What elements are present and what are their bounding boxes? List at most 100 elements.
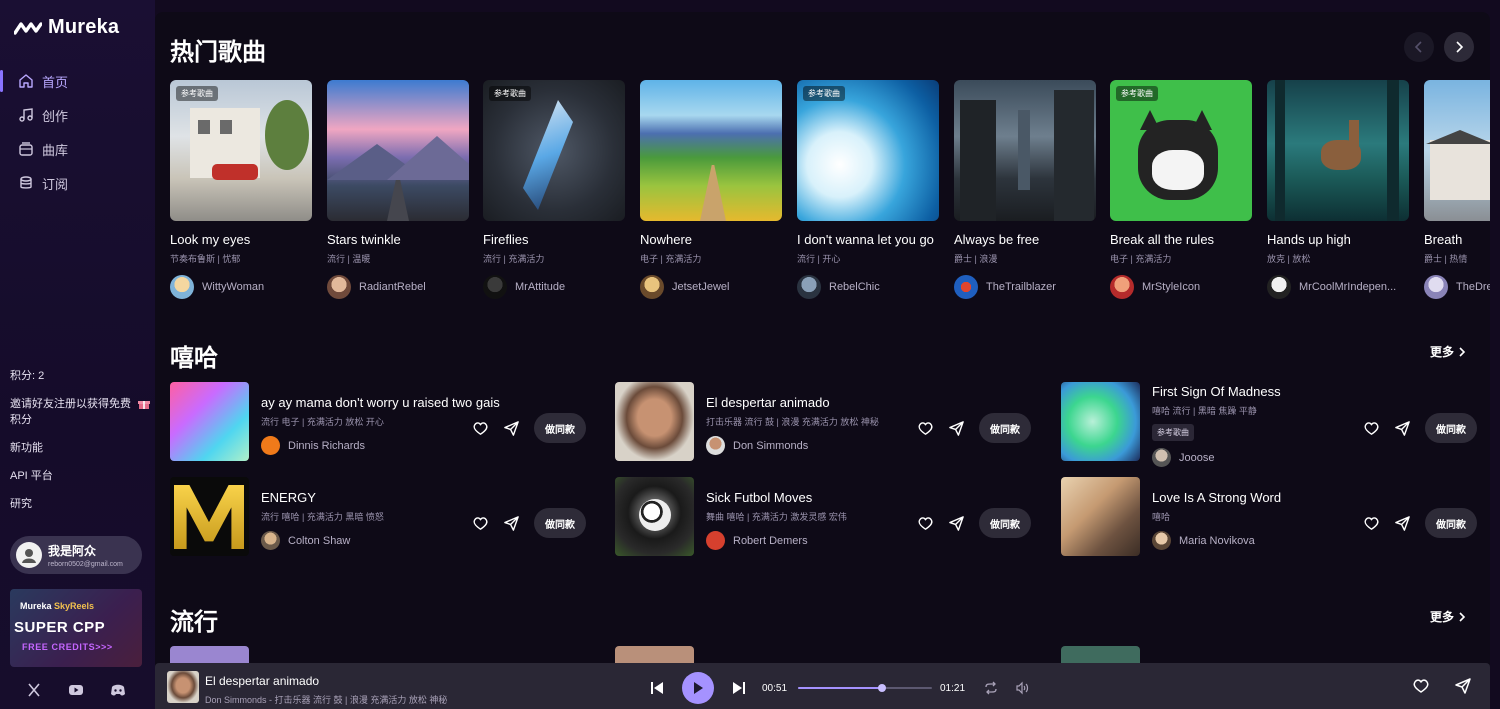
share-send-icon[interactable] — [1394, 420, 1411, 437]
song-cover[interactable] — [615, 382, 694, 461]
song-cover[interactable] — [327, 80, 469, 221]
song-card[interactable]: Nowhere 电子 | 充满活力 JetsetJewel — [640, 80, 782, 299]
make-similar-button[interactable]: 做同款 — [979, 413, 1031, 443]
make-similar-button[interactable]: 做同款 — [1425, 413, 1477, 443]
more-link-pop[interactable]: 更多 — [1430, 608, 1466, 625]
make-similar-button[interactable]: 做同款 — [1425, 508, 1477, 538]
play-button[interactable] — [682, 672, 714, 704]
logo[interactable]: Mureka — [14, 16, 119, 39]
nav-item-create[interactable]: 创作 — [0, 98, 155, 132]
song-cover[interactable]: 参考歌曲 — [483, 80, 625, 221]
song-card[interactable]: Stars twinkle 流行 | 温暖 RadiantRebel — [327, 80, 469, 299]
artist-link[interactable]: Robert Demers — [706, 531, 916, 550]
share-send-icon[interactable] — [503, 420, 520, 437]
song-cover[interactable]: 参考歌曲 — [1110, 80, 1252, 221]
heart-icon[interactable] — [917, 515, 934, 532]
make-similar-button[interactable]: 做同款 — [534, 508, 586, 538]
artist-link[interactable]: WittyWoman — [170, 275, 312, 299]
song-cover[interactable] — [1424, 80, 1490, 221]
song-cover[interactable] — [615, 477, 694, 556]
previous-track-icon[interactable] — [650, 681, 664, 695]
song-card[interactable]: 参考歌曲 Break all the rules 电子 | 充满活力 MrSty… — [1110, 80, 1252, 299]
song-title[interactable]: I don't wanna let you go — [797, 232, 939, 247]
promo-banner[interactable]: Mureka SkyReels SUPER CPP FREE CREDITS>>… — [10, 589, 142, 667]
song-cover[interactable]: 参考歌曲 — [170, 80, 312, 221]
artist-link[interactable]: Dinnis Richards — [261, 436, 471, 455]
heart-icon[interactable] — [472, 515, 489, 532]
song-title[interactable]: Sick Futbol Moves — [706, 490, 916, 505]
artist-link[interactable]: Jooose — [1152, 448, 1362, 467]
artist-link[interactable]: Colton Shaw — [261, 531, 471, 550]
song-card[interactable]: 参考歌曲 Look my eyes 节奏布鲁斯 | 忧郁 WittyWoman — [170, 80, 312, 299]
song-title[interactable]: Stars twinkle — [327, 232, 469, 247]
x-twitter-icon[interactable] — [26, 683, 42, 697]
song-title[interactable]: ay ay mama don't worry u raised two gais — [261, 395, 500, 410]
song-cover[interactable] — [1061, 477, 1140, 556]
artist-link[interactable]: TheDre — [1424, 275, 1490, 299]
artist-link[interactable]: RadiantRebel — [327, 275, 469, 299]
volume-icon[interactable] — [1015, 681, 1029, 695]
song-title[interactable]: Fireflies — [483, 232, 625, 247]
artist-link[interactable]: Maria Novikova — [1152, 531, 1362, 550]
song-card[interactable]: Always be free 爵士 | 浪漫 TheTrailblazer — [954, 80, 1096, 299]
song-cover[interactable] — [1267, 80, 1409, 221]
invite-link[interactable]: 邀请好友注册以获得免费积分 — [10, 396, 150, 428]
progress-slider[interactable] — [798, 684, 932, 692]
share-send-icon[interactable] — [1454, 677, 1472, 695]
nav-item-home[interactable]: 首页 — [0, 64, 155, 98]
heart-icon[interactable] — [917, 420, 934, 437]
song-title[interactable]: Break all the rules — [1110, 232, 1252, 247]
song-title[interactable]: Love Is A Strong Word — [1152, 490, 1362, 505]
song-card[interactable]: Breath 爵士 | 热情 TheDre — [1424, 80, 1490, 299]
new-features-link[interactable]: 新功能 — [10, 440, 150, 456]
artist-link[interactable]: MrCoolMrIndepen... — [1267, 275, 1409, 299]
next-track-icon[interactable] — [732, 681, 746, 695]
carousel-prev-button[interactable] — [1404, 32, 1434, 62]
youtube-icon[interactable] — [68, 683, 84, 697]
share-send-icon[interactable] — [503, 515, 520, 532]
artist-link[interactable]: RebelChic — [797, 275, 939, 299]
player-cover[interactable] — [167, 671, 199, 703]
song-card[interactable]: 参考歌曲 I don't wanna let you go 流行 | 开心 Re… — [797, 80, 939, 299]
make-similar-button[interactable]: 做同款 — [534, 413, 586, 443]
heart-icon[interactable] — [1363, 420, 1380, 437]
repeat-icon[interactable] — [984, 681, 998, 695]
song-card[interactable]: Hands up high 放克 | 放松 MrCoolMrIndepen... — [1267, 80, 1409, 299]
song-cover[interactable] — [640, 80, 782, 221]
song-card[interactable]: 参考歌曲 Fireflies 流行 | 充满活力 MrAttitude — [483, 80, 625, 299]
share-send-icon[interactable] — [1394, 515, 1411, 532]
progress-handle[interactable] — [878, 684, 887, 692]
song-title[interactable]: First Sign Of Madness — [1152, 384, 1362, 399]
list-item[interactable]: ENERGY 流行 嘻哈 | 充满活力 黑暗 愤怒 Colton Shaw 做同… — [170, 477, 590, 557]
song-title[interactable]: Hands up high — [1267, 232, 1409, 247]
heart-icon[interactable] — [1363, 515, 1380, 532]
song-cover[interactable]: 参考歌曲 — [797, 80, 939, 221]
artist-link[interactable]: TheTrailblazer — [954, 275, 1096, 299]
make-similar-button[interactable]: 做同款 — [979, 508, 1031, 538]
discord-icon[interactable] — [110, 683, 126, 697]
song-cover[interactable] — [170, 477, 249, 556]
song-cover[interactable] — [170, 382, 249, 461]
heart-icon[interactable] — [1412, 677, 1430, 695]
artist-link[interactable]: MrAttitude — [483, 275, 625, 299]
song-cover[interactable] — [954, 80, 1096, 221]
artist-link[interactable]: JetsetJewel — [640, 275, 782, 299]
share-send-icon[interactable] — [948, 515, 965, 532]
heart-icon[interactable] — [472, 420, 489, 437]
nav-item-subscribe[interactable]: 订阅 — [0, 166, 155, 200]
list-item[interactable]: ay ay mama don't worry u raised two gais… — [170, 382, 590, 462]
song-title[interactable]: El despertar animado — [706, 395, 916, 410]
song-title[interactable]: Nowhere — [640, 232, 782, 247]
user-card[interactable]: 我是阿众 reborn0502@gmail.com — [10, 536, 142, 574]
api-platform-link[interactable]: API 平台 — [10, 468, 150, 484]
more-link-hiphop[interactable]: 更多 — [1430, 343, 1466, 360]
artist-link[interactable]: Don Simmonds — [706, 436, 916, 455]
song-title[interactable]: Always be free — [954, 232, 1096, 247]
share-send-icon[interactable] — [948, 420, 965, 437]
research-link[interactable]: 研究 — [10, 496, 150, 512]
player-song-title[interactable]: El despertar animado — [205, 674, 319, 688]
list-item[interactable]: First Sign Of Madness 嘻哈 流行 | 黑暗 焦躁 平静 参… — [1061, 382, 1481, 467]
carousel-next-button[interactable] — [1444, 32, 1474, 62]
list-item[interactable]: Sick Futbol Moves 舞曲 嘻哈 | 充满活力 激发灵感 宏伟 R… — [615, 477, 1035, 557]
list-item[interactable]: Love Is A Strong Word 嘻哈 Maria Novikova … — [1061, 477, 1481, 557]
